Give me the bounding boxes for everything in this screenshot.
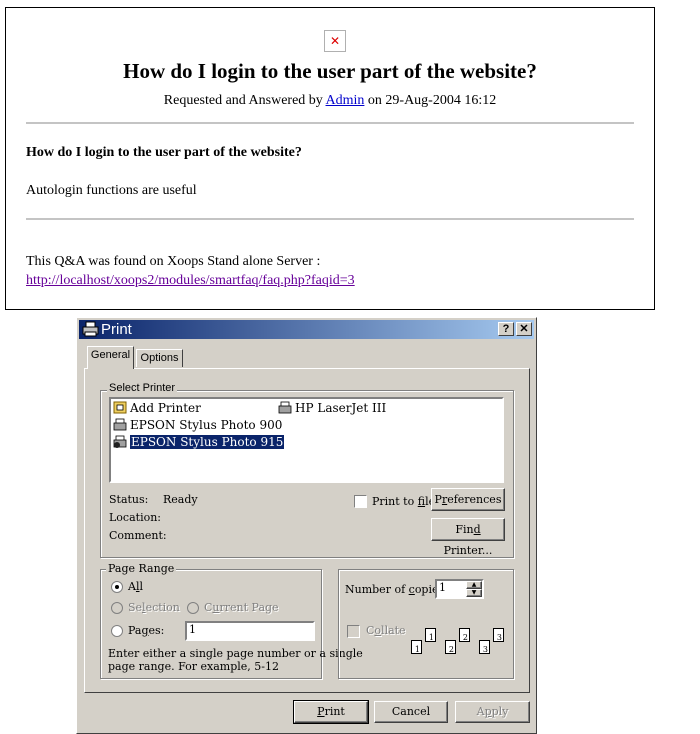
print-button[interactable]: Print <box>293 700 369 724</box>
selection-radio[interactable] <box>111 602 123 614</box>
tab-general[interactable]: General <box>87 346 134 369</box>
faq-question: How do I login to the user part of the w… <box>26 145 302 160</box>
printer-icon <box>113 418 127 431</box>
printer-item-hp[interactable]: HP LaserJet III <box>278 401 386 416</box>
arrow-up-icon: ▲ <box>471 581 477 588</box>
selection-text: Se <box>128 601 143 614</box>
dialog-title: Print <box>101 321 132 338</box>
arrow-down-icon: ▼ <box>471 589 477 596</box>
current-page-accel: u <box>212 601 220 614</box>
faq-title: How do I login to the user part of the w… <box>123 59 537 83</box>
printer-icon <box>278 401 292 414</box>
find-printer-text: Fin <box>455 523 474 536</box>
faq-url-link[interactable]: http://localhost/xoops2/modules/smartfaq… <box>26 273 355 289</box>
find-printer-accel: d <box>473 523 481 536</box>
dialog-titlebar[interactable]: Print ? ✕ <box>79 320 534 339</box>
printer-list[interactable]: Add Printer HP LaserJet III EPSON Stylus… <box>109 397 504 483</box>
copies-text: Number of <box>345 583 409 596</box>
faq-byline: Requested and Answered by Admin on 29-Au… <box>6 93 654 109</box>
help-button[interactable]: ? <box>498 322 514 336</box>
pages-label: Pages: <box>128 624 164 637</box>
print-to-file-accel: f <box>417 495 426 508</box>
pages-radio[interactable] <box>111 625 123 637</box>
page-range-label: Page Range <box>106 562 177 575</box>
divider <box>26 122 634 124</box>
radio-dot <box>115 585 119 589</box>
faq-answer: Autologin functions are useful <box>26 183 197 198</box>
add-printer-icon <box>113 401 127 414</box>
collate-page: 1 <box>411 640 422 654</box>
page-range-hint-1: Enter either a single page number or a s… <box>108 647 363 660</box>
print-to-file-checkbox[interactable] <box>354 495 367 508</box>
selection-text-end: ection <box>145 601 180 614</box>
copies-down-button[interactable]: ▼ <box>466 589 482 597</box>
selection-label: Selection <box>128 601 180 614</box>
all-label: All <box>128 580 143 593</box>
tab-options[interactable]: Options <box>136 349 183 367</box>
pages-text: Pa <box>128 624 142 637</box>
page-range-hint-2: page range. For example, 5-12 <box>108 660 279 673</box>
divider <box>26 218 634 220</box>
default-printer-icon <box>113 435 127 448</box>
printer-label: HP LaserJet III <box>295 401 387 415</box>
printer-label: Add Printer <box>130 401 201 415</box>
faq-printout: ✕ How do I login to the user part of the… <box>5 7 655 310</box>
pages-accel: g <box>141 624 149 637</box>
current-page-radio[interactable] <box>187 602 199 614</box>
find-printer-button[interactable]: Find Printer... <box>431 518 505 557</box>
apply-text: A <box>476 705 485 718</box>
printer-icon <box>82 321 99 337</box>
apply-accel: p <box>484 705 492 718</box>
print-accel: P <box>317 705 325 718</box>
printer-item-epson-900[interactable]: EPSON Stylus Photo 900 <box>113 418 282 433</box>
find-printer-text-end: Printer... <box>443 544 493 557</box>
found-text: This Q&A was found on Xoops Stand alone … <box>26 254 321 269</box>
pages-input[interactable]: 1 <box>185 621 315 641</box>
select-printer-label: Select Printer <box>107 382 178 394</box>
collate-page: 3 <box>493 628 504 642</box>
current-page-text-end: rrent Page <box>219 601 279 614</box>
current-page-label: Current Page <box>204 601 279 614</box>
collate-checkbox[interactable] <box>347 625 360 638</box>
collate-page: 3 <box>479 640 490 654</box>
collate-page: 1 <box>425 628 436 642</box>
all-radio[interactable] <box>111 581 123 593</box>
preferences-text-end: eferences <box>447 493 502 506</box>
all-text-end: l <box>139 580 144 593</box>
collate-label: Collate <box>366 624 406 637</box>
copies-label: Number of copies: <box>345 583 448 596</box>
preferences-text: P <box>434 493 442 506</box>
preferences-button[interactable]: Preferences <box>431 488 505 511</box>
pages-text-end: es: <box>148 624 165 637</box>
cancel-button[interactable]: Cancel <box>374 701 448 723</box>
tab-label: Options <box>140 352 179 364</box>
comment-label: Comment: <box>109 529 167 542</box>
print-text-end: rint <box>324 705 345 718</box>
collate-text-end: llate <box>381 624 406 637</box>
location-label: Location: <box>109 511 161 524</box>
collate-page: 2 <box>459 628 470 642</box>
status-label: Status: <box>109 493 149 506</box>
close-button[interactable]: ✕ <box>516 322 532 336</box>
tab-label: General <box>90 349 131 361</box>
print-to-file-label: Print to file <box>372 495 435 508</box>
printer-label-selected: EPSON Stylus Photo 915 <box>128 434 286 450</box>
all-text: A <box>128 580 136 593</box>
apply-text-end: ply <box>491 705 509 718</box>
print-to-file-text: Print to <box>372 495 418 508</box>
byline-prefix: Requested and Answered by <box>163 93 326 108</box>
author-link[interactable]: Admin <box>326 93 365 108</box>
status-value: Ready <box>163 493 198 506</box>
broken-image-icon: ✕ <box>324 30 346 52</box>
printer-label: EPSON Stylus Photo 900 <box>130 418 283 432</box>
collate-page: 2 <box>445 640 456 654</box>
byline-date: on 29-Aug-2004 16:12 <box>364 93 497 108</box>
apply-button[interactable]: Apply <box>455 701 530 723</box>
printer-item-epson-915[interactable]: EPSON Stylus Photo 915 <box>113 434 286 450</box>
printer-item-add[interactable]: Add Printer <box>113 401 201 416</box>
copies-up-button[interactable]: ▲ <box>466 581 482 589</box>
